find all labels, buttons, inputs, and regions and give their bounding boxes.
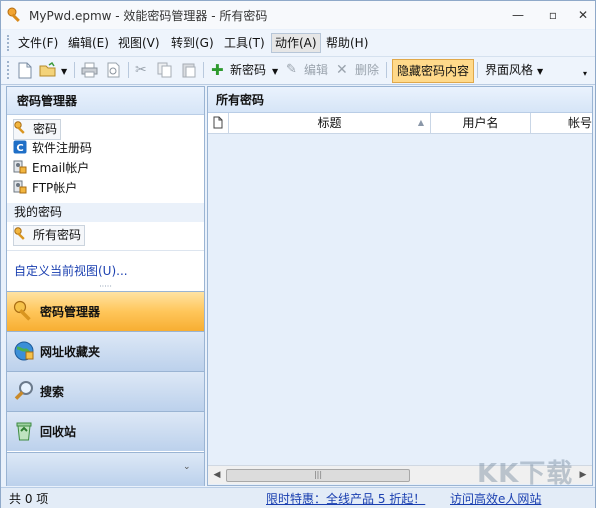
nav-item-label: 密码 [33, 122, 58, 136]
big-button-search[interactable]: 搜索 [7, 371, 204, 411]
email-account-icon [13, 160, 27, 174]
big-button-recycle-bin[interactable]: 回收站 [7, 411, 204, 451]
column-username-label: 用户名 [462, 116, 499, 130]
column-title-label: 标题 [317, 116, 342, 130]
nav-pane-footer: ⌄ [7, 452, 204, 486]
delete-button[interactable]: 删除 [355, 60, 379, 80]
menu-edit[interactable]: 编辑(E) [65, 34, 112, 52]
menu-view[interactable]: 视图(V) [115, 34, 163, 52]
nav-item-software-code[interactable]: C 软件注册码 [13, 139, 92, 158]
toolbar: ▼ ✂ ✚ 新密码 ▼ ✎ 编辑 ✕ 删除 隐藏密码内容 界面风格 ▼ ▾ [1, 57, 595, 85]
print-preview-icon[interactable] [106, 62, 121, 78]
toolbar-separator [477, 62, 478, 78]
paste-icon[interactable] [181, 62, 197, 78]
nav-item-label: 所有密码 [33, 228, 82, 242]
promo-link[interactable]: 限时特惠：全线产品 5 折起！ [266, 490, 425, 507]
big-button-password-manager[interactable]: 密码管理器 [7, 291, 204, 331]
big-button-label: 搜索 [40, 385, 65, 399]
key-icon [14, 121, 25, 134]
column-header-type[interactable] [208, 113, 229, 133]
interface-style-dropdown-icon[interactable]: ▼ [537, 62, 543, 82]
content-pane: 所有密码 标题 ▲ 用户名 帐号 ◀ ||| ▶ [207, 86, 593, 486]
minimize-button[interactable]: — [506, 6, 530, 24]
content-pane-header: 所有密码 [208, 87, 592, 113]
globe-icon [14, 341, 34, 361]
toolbar-grip[interactable] [7, 61, 11, 79]
nav-item-password[interactable]: 密码 [13, 119, 62, 140]
navigation-pane: 密码管理器 密码 C 软件注册码 Email帐户 FTP帐户 我的密码 所有密码 … [6, 86, 205, 486]
column-header-username[interactable]: 用户名 [431, 113, 531, 133]
interface-style-button[interactable]: 界面风格 [485, 60, 533, 80]
open-folder-icon[interactable] [39, 62, 57, 78]
customize-view-link[interactable]: 自定义当前视图(U)... [14, 262, 128, 279]
edit-button[interactable]: 编辑 [304, 60, 328, 80]
sort-ascending-icon: ▲ [417, 118, 424, 127]
magnifier-icon [14, 381, 33, 400]
status-bar: 共 0 项 限时特惠：全线产品 5 折起！ 访问高效e人网站 [1, 487, 595, 508]
key-icon [13, 300, 31, 321]
nav-pane-header: 密码管理器 [7, 87, 204, 115]
item-count: 共 0 项 [9, 492, 49, 506]
software-c-icon: C [13, 140, 27, 154]
menu-tools[interactable]: 工具(T) [221, 34, 268, 52]
ftp-account-icon [13, 180, 27, 194]
maximize-button[interactable]: ▫ [541, 6, 565, 24]
toolbar-separator [74, 62, 75, 78]
menu-bar: 文件(F) 编辑(E) 视图(V) 转到(G) 工具(T) 动作(A) 帮助(H… [1, 30, 595, 57]
password-list-area[interactable] [208, 134, 592, 465]
big-button-bookmarks[interactable]: 网址收藏夹 [7, 331, 204, 371]
print-icon[interactable] [81, 62, 98, 78]
menu-grip[interactable] [7, 35, 11, 51]
scroll-left-arrow-icon[interactable]: ◀ [210, 468, 224, 482]
hide-password-content-toggle[interactable]: 隐藏密码内容 [392, 59, 475, 83]
new-file-icon[interactable] [17, 62, 32, 79]
scroll-right-arrow-icon[interactable]: ▶ [576, 468, 590, 482]
big-button-label: 网址收藏夹 [40, 345, 101, 359]
key-app-icon [7, 7, 20, 22]
copy-icon[interactable] [157, 62, 173, 78]
svg-text:C: C [16, 143, 23, 154]
app-window: MyPwd.epmw - 效能密码管理器 - 所有密码 — ▫ ✕ 文件(F) … [0, 0, 596, 508]
my-passwords-group-header: 我的密码 [7, 203, 204, 222]
column-header-account[interactable]: 帐号 [531, 113, 592, 133]
toolbar-separator [386, 62, 387, 78]
delete-x-icon: ✕ [336, 62, 348, 78]
column-account-label: 帐号 [568, 116, 592, 130]
chevron-down-icon[interactable]: ⌄ [183, 462, 191, 472]
nav-item-label: 软件注册码 [32, 141, 93, 155]
toolbar-separator [203, 62, 204, 78]
menu-help[interactable]: 帮助(H) [323, 34, 371, 52]
new-password-dropdown-icon[interactable]: ▼ [272, 62, 278, 82]
scrollbar-thumb[interactable]: ||| [226, 469, 410, 482]
plus-icon[interactable]: ✚ [211, 60, 224, 80]
big-button-label: 密码管理器 [40, 305, 101, 319]
divider [7, 250, 204, 251]
new-password-button[interactable]: 新密码 [230, 60, 266, 80]
toolbar-separator [128, 62, 129, 78]
nav-item-all-passwords[interactable]: 所有密码 [13, 225, 86, 246]
recycle-bin-icon [16, 422, 32, 441]
nav-item-ftp-account[interactable]: FTP帐户 [13, 179, 77, 198]
key-icon [14, 227, 25, 240]
watermark: KK下载 [477, 459, 574, 489]
nav-item-label: FTP帐户 [32, 181, 78, 195]
column-header-title[interactable]: 标题 ▲ [229, 113, 431, 133]
window-title: MyPwd.epmw - 效能密码管理器 - 所有密码 [29, 9, 268, 23]
cut-icon[interactable]: ✂ [135, 60, 147, 80]
visit-website-link[interactable]: 访问高效e人网站 [450, 490, 541, 507]
list-column-headers: 标题 ▲ 用户名 帐号 [208, 113, 592, 134]
nav-item-label: Email帐户 [32, 161, 90, 175]
open-dropdown-arrow-icon[interactable]: ▼ [61, 62, 67, 82]
menu-file[interactable]: 文件(F) [15, 34, 61, 52]
toolbar-overflow-icon[interactable]: ▾ [583, 64, 587, 84]
nav-item-email-account[interactable]: Email帐户 [13, 159, 89, 178]
menu-action[interactable]: 动作(A) [271, 33, 321, 53]
document-icon [213, 116, 223, 129]
title-bar: MyPwd.epmw - 效能密码管理器 - 所有密码 — ▫ ✕ [1, 1, 595, 29]
close-button[interactable]: ✕ [571, 6, 595, 24]
edit-pencil-icon: ✎ [286, 62, 297, 77]
menu-goto[interactable]: 转到(G) [168, 34, 217, 52]
big-button-label: 回收站 [40, 425, 77, 439]
